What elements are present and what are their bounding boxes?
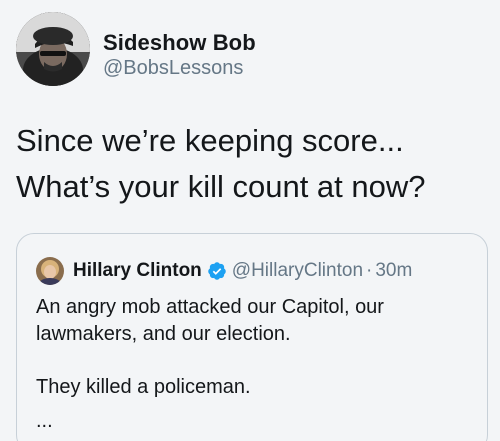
separator-dot: · bbox=[366, 260, 373, 281]
quoted-tweet-paragraph: An angry mob attacked our Capitol, our l… bbox=[36, 296, 384, 345]
verified-badge-icon bbox=[207, 261, 227, 281]
quoted-author-avatar[interactable] bbox=[36, 257, 64, 285]
quoted-author-handle[interactable]: @HillaryClinton bbox=[232, 260, 363, 282]
profile-photo-icon bbox=[16, 12, 90, 86]
author-handle[interactable]: @BobsLessons bbox=[103, 57, 243, 80]
quoted-tweet-card[interactable]: Hillary Clinton @HillaryClinton · 30m An… bbox=[16, 233, 488, 441]
quoted-author-name[interactable]: Hillary Clinton bbox=[73, 260, 202, 282]
quoted-tweet-header: Hillary Clinton @HillaryClinton · 30m bbox=[36, 257, 412, 285]
tweet-text: Since we’re keeping score... What’s your… bbox=[16, 123, 426, 204]
quoted-tweet-text: An angry mob attacked our Capitol, our l… bbox=[36, 294, 466, 401]
profile-photo-icon bbox=[36, 257, 64, 285]
truncation-ellipsis: ... bbox=[36, 410, 53, 432]
quoted-tweet-paragraph: They killed a policeman. bbox=[36, 376, 251, 398]
author-avatar[interactable] bbox=[16, 12, 90, 86]
author-name[interactable]: Sideshow Bob bbox=[103, 30, 256, 56]
quoted-tweet-timestamp[interactable]: 30m bbox=[375, 260, 412, 282]
